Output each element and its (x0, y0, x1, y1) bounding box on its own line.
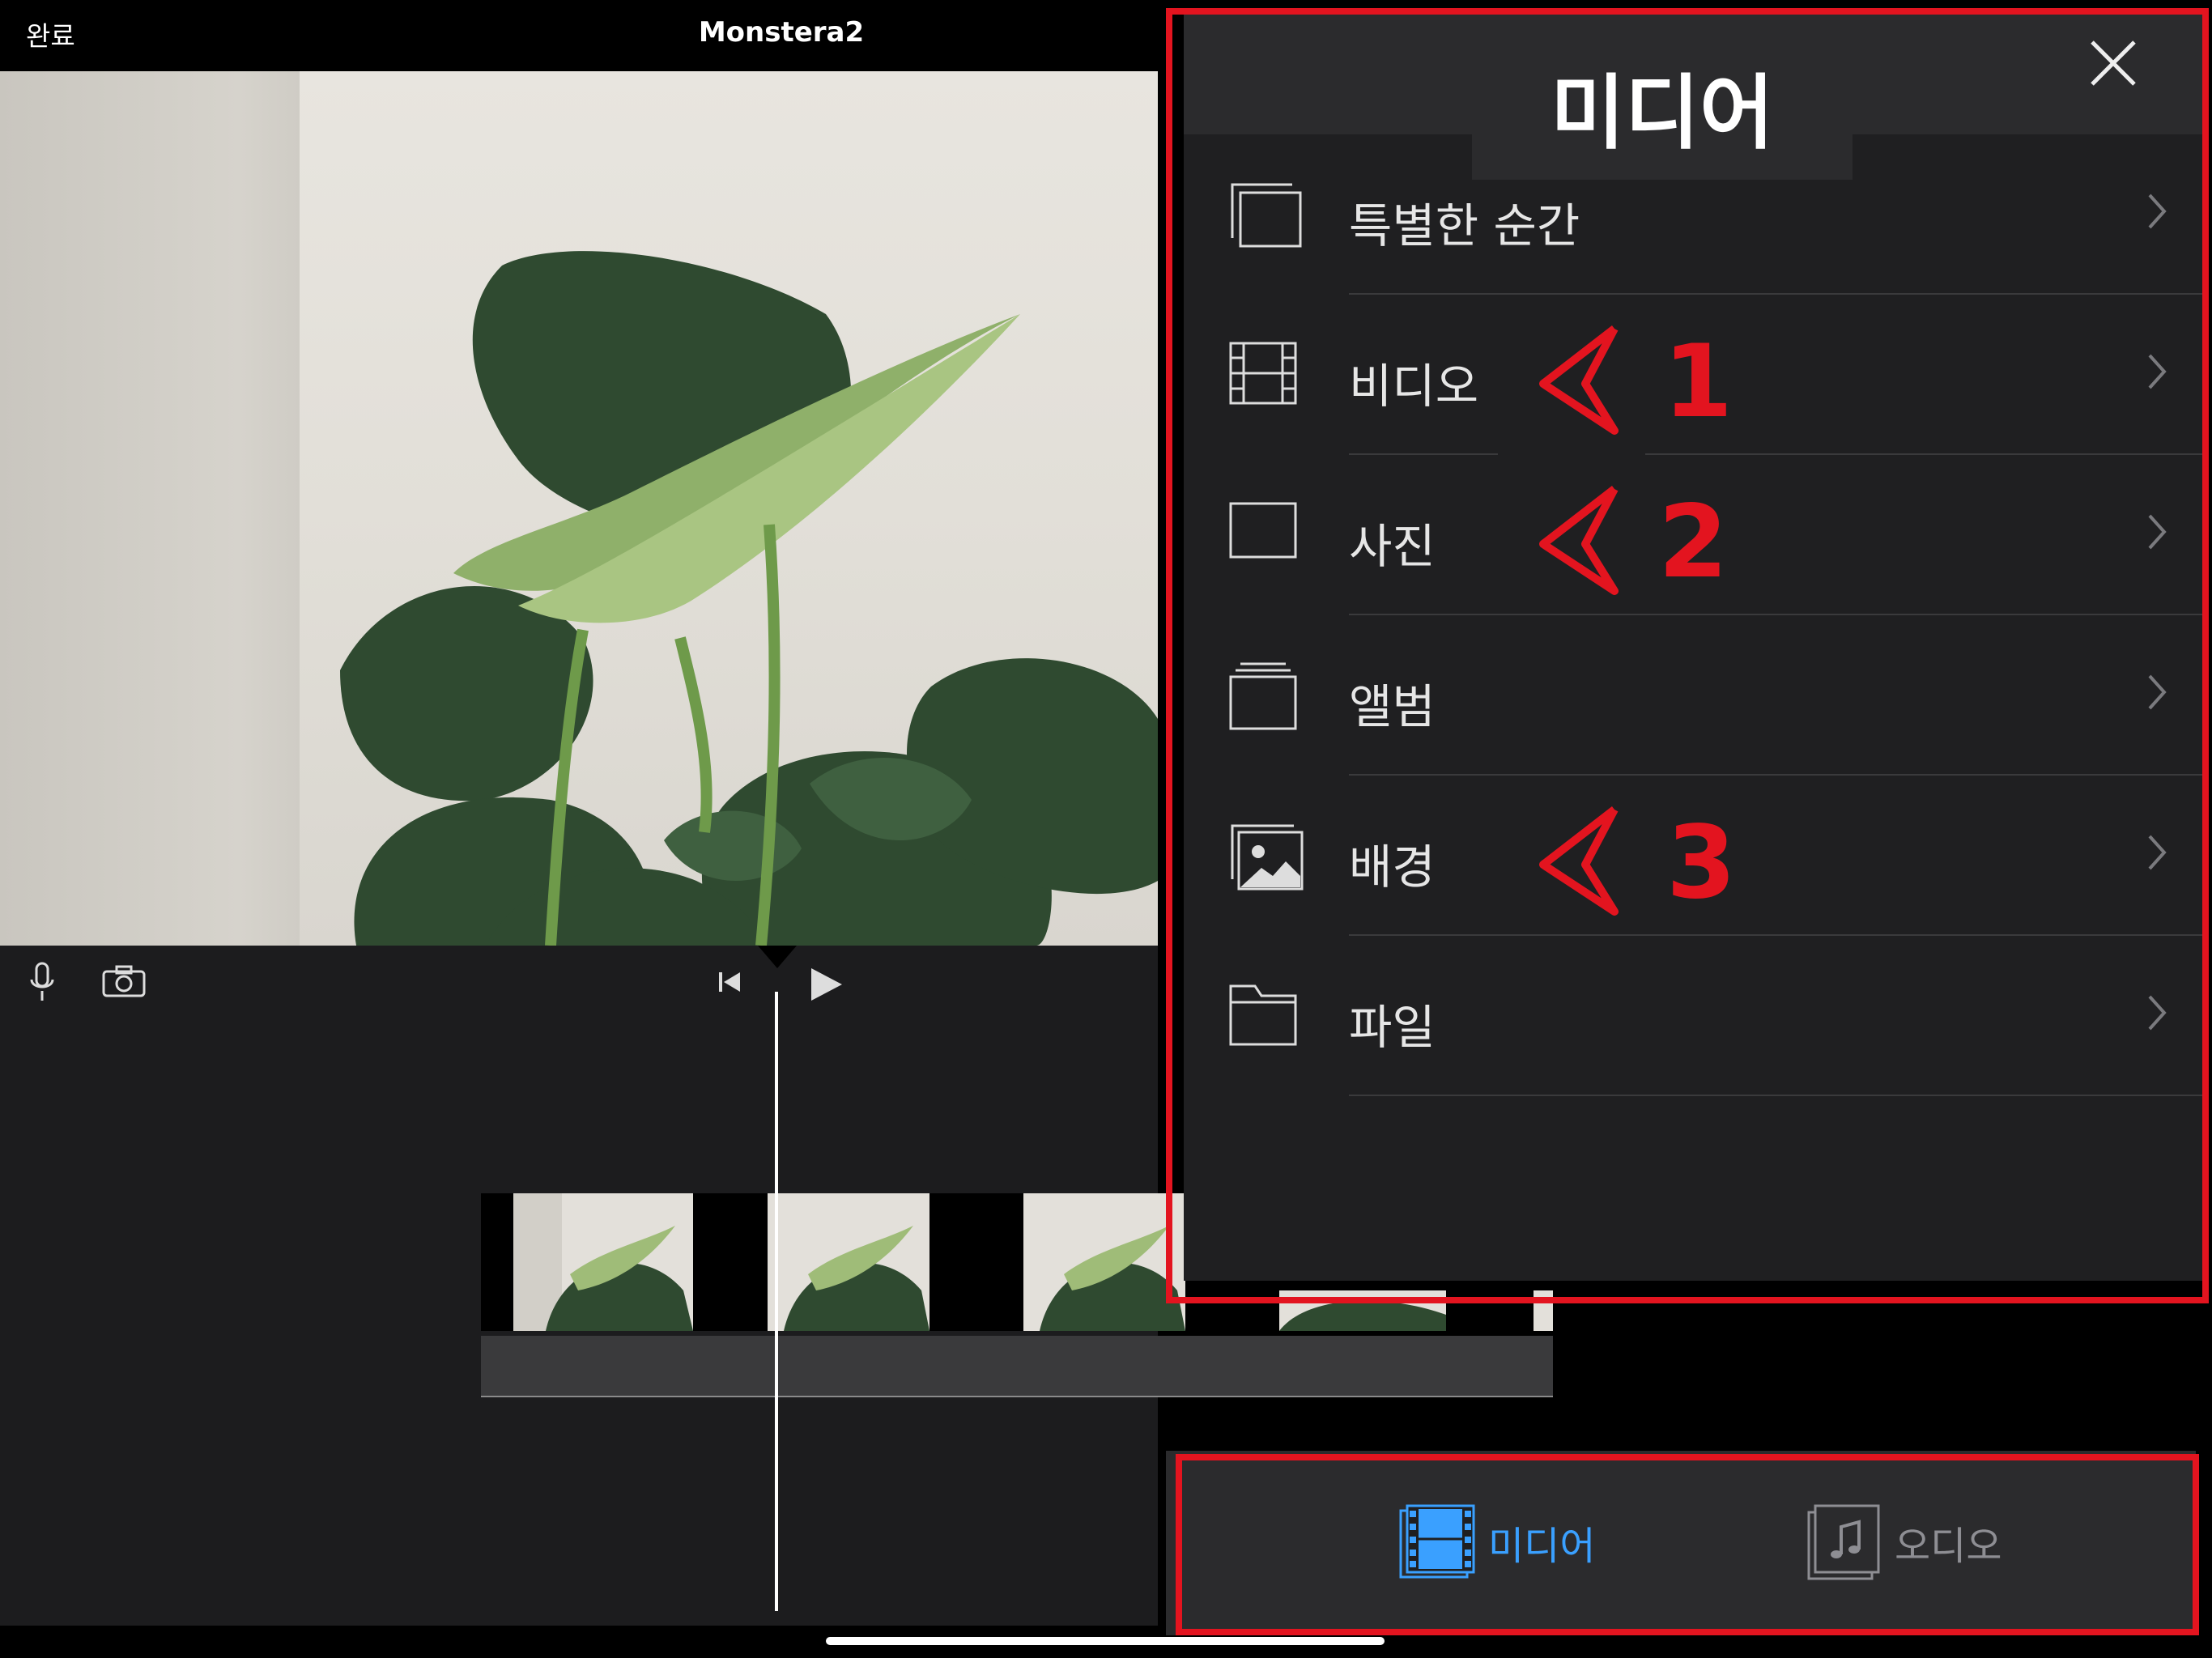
video-preview[interactable] (0, 71, 1158, 946)
clip-thumbnail (768, 1193, 929, 1331)
annotation-outline-tabbar (1176, 1454, 2199, 1635)
clip-thumbnail (1023, 1193, 1185, 1331)
microphone-icon[interactable] (29, 962, 55, 1007)
clip-thumbnail (513, 1193, 693, 1331)
camera-icon[interactable] (102, 965, 146, 1001)
monstera-plant-image (340, 251, 1158, 946)
annotation-outline-panel (1166, 8, 2209, 1303)
playhead-notch (758, 946, 797, 968)
audio-track[interactable] (481, 1336, 1555, 1397)
playhead[interactable] (775, 992, 778, 1611)
play-icon[interactable] (808, 967, 844, 1005)
skip-to-start-icon[interactable] (717, 970, 742, 997)
home-indicator (826, 1637, 1385, 1645)
